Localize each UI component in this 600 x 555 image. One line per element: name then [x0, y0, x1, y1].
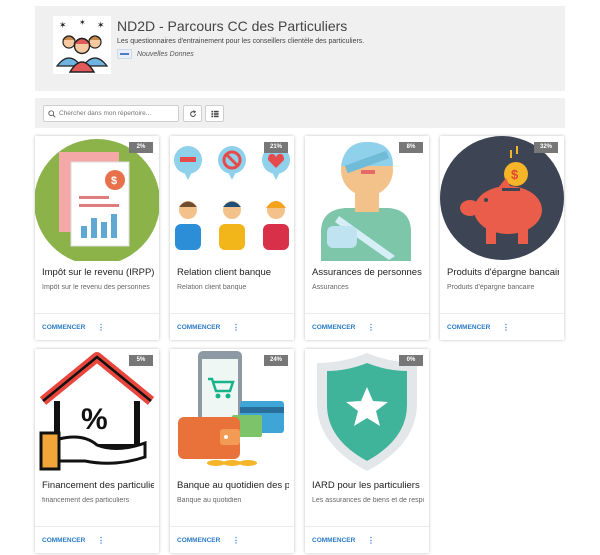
card-description: Impôt sur le revenu des personnes [42, 284, 150, 291]
card-image [305, 349, 429, 474]
injured-person-icon [305, 136, 429, 261]
card-description: financement des particuliers [42, 497, 130, 504]
tax-document-icon: $ [35, 139, 159, 261]
search-input[interactable] [59, 110, 177, 117]
publisher-name: Nouvelles Donnes [137, 50, 194, 58]
svg-text:✶: ✶ [97, 20, 105, 30]
course-card-relation-client[interactable]: 21% Relation client banque Relation clie… [170, 136, 294, 340]
wallet-phone-icon [170, 349, 294, 474]
list-view-button[interactable] [205, 105, 224, 122]
card-footer: COMMENCER ⋮ [305, 526, 429, 553]
start-button[interactable]: COMMENCER [312, 537, 355, 544]
card-title: Relation client banque [177, 267, 272, 278]
svg-text:✶: ✶ [79, 18, 86, 27]
card-title: Banque au quotidien des particuliers [177, 480, 289, 491]
progress-badge: 32% [534, 142, 558, 153]
more-options-button[interactable]: ⋮ [97, 536, 105, 545]
progress-badge: 8% [399, 142, 423, 153]
card-footer: COMMENCER ⋮ [440, 313, 564, 340]
search-box[interactable] [43, 105, 179, 122]
start-button[interactable]: COMMENCER [177, 537, 220, 544]
card-title: Assurances de personnes [312, 267, 422, 278]
shield-star-icon [305, 349, 429, 474]
card-title: Financement des particuliers [42, 480, 154, 491]
svg-text:$: $ [511, 167, 519, 182]
card-footer: COMMENCER ⋮ [35, 526, 159, 553]
card-footer: COMMENCER ⋮ [35, 313, 159, 340]
svg-text:$: $ [111, 175, 117, 187]
progress-badge: 5% [129, 355, 153, 366]
course-card-assurances-personnes[interactable]: 8% Assurances de personnes Assurances CO… [305, 136, 429, 340]
card-description: Relation client banque [177, 284, 247, 291]
more-options-button[interactable]: ⋮ [367, 536, 375, 545]
card-title: Impôt sur le revenu (IRPP) [42, 267, 154, 278]
progress-badge: 24% [264, 355, 288, 366]
house-loan-icon: % [35, 349, 159, 474]
header-banner: ✶ ✶ ✶ ND2D - Parcours CC des Particulier… [35, 6, 565, 91]
card-title: Produits d'épargne bancaire [447, 267, 559, 278]
refresh-icon [189, 109, 196, 117]
toolbar [35, 98, 565, 128]
card-image [170, 136, 294, 261]
svg-text:✶: ✶ [59, 20, 67, 30]
more-options-button[interactable]: ⋮ [502, 323, 510, 332]
course-card-produits-epargne[interactable]: $ 32% Produits d'épargne bancaire Produi… [440, 136, 564, 340]
card-image [170, 349, 294, 474]
start-button[interactable]: COMMENCER [177, 324, 220, 331]
card-image [305, 136, 429, 261]
card-image: % [35, 349, 159, 474]
publisher: Nouvelles Donnes [117, 49, 194, 59]
more-options-button[interactable]: ⋮ [232, 536, 240, 545]
card-footer: COMMENCER ⋮ [305, 313, 429, 340]
customer-relation-icon [170, 136, 294, 261]
card-description: Produits d'épargne bancaire [447, 284, 535, 291]
course-card-iard[interactable]: 0% IARD pour les particuliers Les assura… [305, 349, 429, 553]
more-options-button[interactable]: ⋮ [232, 323, 240, 332]
card-title: IARD pour les particuliers [312, 480, 420, 491]
card-description: Banque au quotidien [177, 497, 242, 504]
card-description: Les assurances de biens et de responsabi… [312, 497, 424, 504]
course-card-banque-quotidien[interactable]: 24% Banque au quotidien des particuliers… [170, 349, 294, 553]
start-button[interactable]: COMMENCER [312, 324, 355, 331]
page-title: ND2D - Parcours CC des Particuliers [117, 18, 348, 34]
search-icon [48, 109, 56, 118]
start-button[interactable]: COMMENCER [447, 324, 490, 331]
progress-badge: 21% [264, 142, 288, 153]
course-card-financement[interactable]: % 5% Financement des particuliers financ… [35, 349, 159, 553]
progress-badge: 2% [129, 142, 153, 153]
card-footer: COMMENCER ⋮ [170, 526, 294, 553]
start-button[interactable]: COMMENCER [42, 324, 85, 331]
course-card-irpp[interactable]: $ 2% Impôt sur le revenu (IRPP) Impôt su… [35, 136, 159, 340]
start-button[interactable]: COMMENCER [42, 537, 85, 544]
publisher-logo-icon [117, 49, 132, 59]
svg-text:%: % [81, 403, 108, 436]
card-footer: COMMENCER ⋮ [170, 313, 294, 340]
more-options-button[interactable]: ⋮ [97, 323, 105, 332]
list-view-icon [210, 110, 219, 117]
piggy-bank-icon: $ [440, 136, 564, 260]
card-image: $ [35, 136, 159, 261]
page-description: Les questionnaires d'entrainement pour l… [117, 38, 365, 45]
team-logo-icon: ✶ ✶ ✶ [53, 16, 111, 74]
card-description: Assurances [312, 284, 349, 291]
more-options-button[interactable]: ⋮ [367, 323, 375, 332]
card-image: $ [440, 136, 564, 261]
refresh-button[interactable] [183, 105, 202, 122]
progress-badge: 0% [399, 355, 423, 366]
